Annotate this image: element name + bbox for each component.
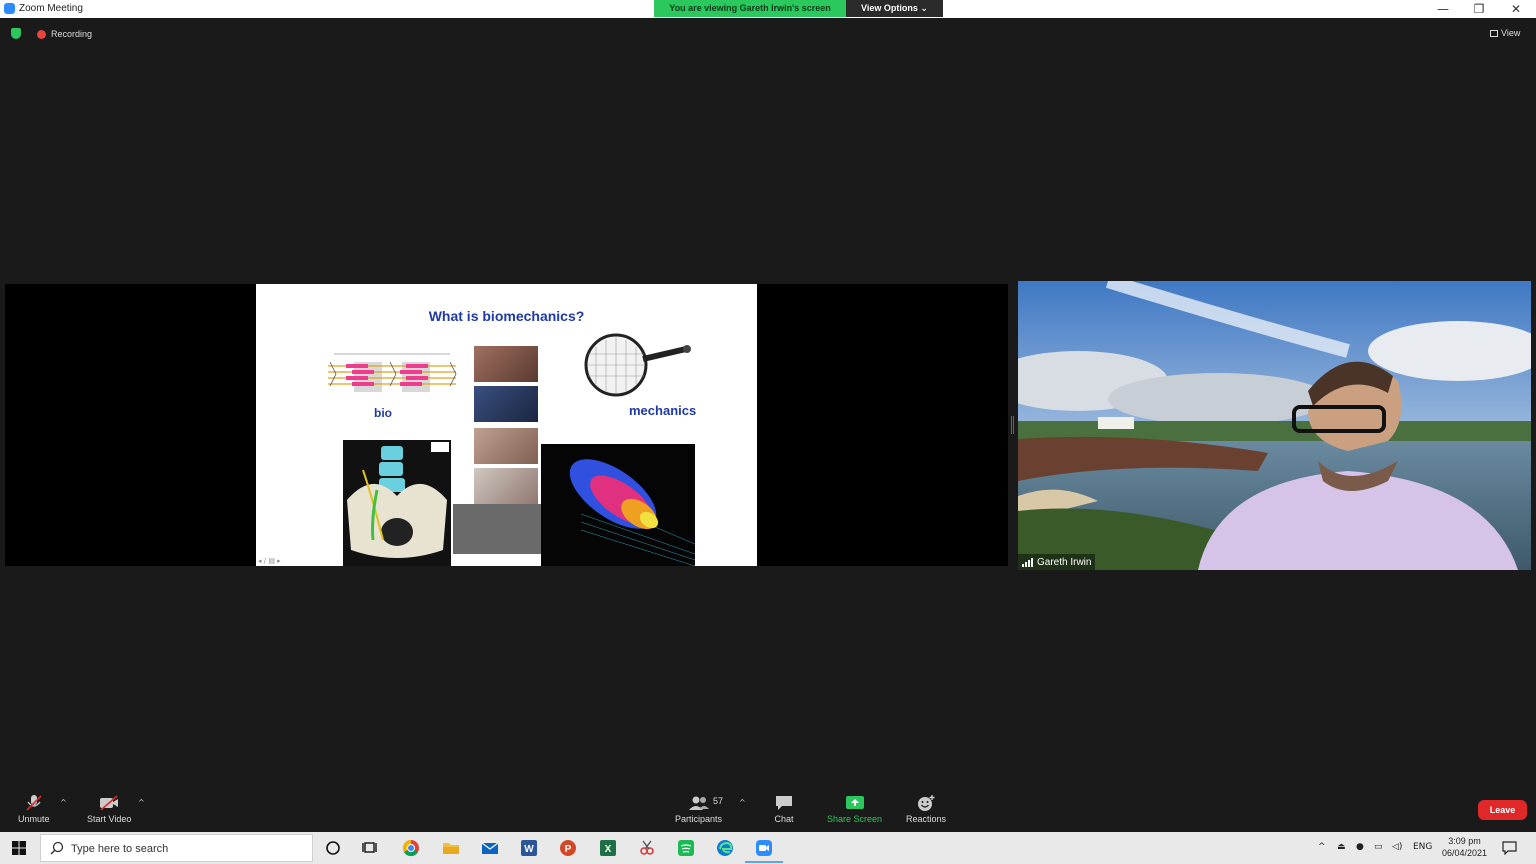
system-clock[interactable]: 3:09 pm 06/04/2021 [1442, 835, 1487, 859]
participants-options-chevron-icon[interactable]: ^ [739, 798, 746, 807]
svg-text:P: P [565, 844, 572, 855]
close-button[interactable]: ✕ [1501, 1, 1531, 17]
microphone-tray-icon[interactable]: ● [1356, 842, 1364, 852]
microphone-muted-icon [26, 795, 42, 811]
participant-name: Gareth Irwin [1037, 556, 1092, 568]
search-placeholder: Type here to search [71, 843, 169, 855]
excel-icon[interactable]: X [598, 838, 618, 858]
clock-date: 06/04/2021 [1442, 848, 1488, 858]
chrome-icon[interactable] [401, 838, 421, 858]
photo-1 [474, 346, 538, 382]
participant-video-feed [1018, 281, 1531, 570]
minimize-button[interactable]: — [1428, 1, 1458, 17]
lab-photo [453, 504, 541, 554]
panel-splitter-handle[interactable] [1011, 416, 1014, 434]
windows-start-icon[interactable] [12, 841, 26, 855]
view-options-button[interactable]: View Options ⌄ [846, 0, 943, 17]
slide-mechanics-label: mechanics [629, 403, 697, 418]
view-layout-label: View [1501, 28, 1521, 38]
start-video-label: Start Video [87, 814, 132, 824]
network-icon[interactable]: ▭ [1374, 842, 1383, 852]
snipping-tool-icon[interactable] [637, 838, 657, 858]
chat-bubble-icon [776, 796, 792, 810]
chat-button[interactable]: Chat [773, 794, 795, 824]
motion-capture-photos [474, 346, 538, 506]
taskbar-search-input[interactable]: Type here to search [40, 834, 313, 862]
language-indicator[interactable]: ENG [1413, 842, 1432, 852]
leave-meeting-button[interactable]: Leave [1478, 800, 1527, 820]
spotify-icon[interactable] [676, 838, 696, 858]
smiley-plus-icon [918, 795, 935, 811]
svg-text:X: X [605, 844, 612, 855]
active-app-indicator [745, 861, 783, 863]
unmute-label: Unmute [18, 814, 50, 824]
grid-icon [1490, 30, 1498, 37]
powerpoint-icon[interactable]: P [558, 838, 578, 858]
clock-time: 3:09 pm [1448, 836, 1481, 846]
photo-2 [474, 386, 538, 422]
viewing-screen-label: You are viewing Gareth Irwin's screen [654, 0, 846, 17]
pelvis-anatomy-image [343, 440, 451, 566]
word-icon[interactable]: W [519, 838, 539, 858]
edge-icon[interactable] [715, 838, 735, 858]
screen-share-banner: You are viewing Gareth Irwin's screen Vi… [654, 0, 943, 17]
notification-center-icon[interactable] [1502, 841, 1517, 855]
slide-bio-label: bio [374, 406, 392, 420]
usb-icon[interactable]: ⏏ [1337, 842, 1346, 852]
show-hidden-icons-chevron-icon[interactable]: ^ [1318, 842, 1326, 852]
photo-4 [474, 468, 538, 504]
restore-button[interactable]: ❐ [1464, 1, 1494, 17]
slide-title: What is biomechanics? [428, 308, 585, 324]
meeting-area: Recording View What is biomechanics? bio… [0, 18, 1536, 786]
camera-off-icon [100, 795, 119, 811]
window-title: Zoom Meeting [19, 3, 83, 14]
start-video-button[interactable]: Start Video [87, 794, 131, 824]
participant-video-tile[interactable]: Gareth Irwin [1018, 281, 1531, 570]
zoom-taskbar-icon[interactable] [754, 838, 774, 858]
recording-dot-icon [37, 30, 46, 39]
share-screen-icon [845, 796, 864, 809]
shared-screen[interactable]: What is biomechanics? bio mechanics ◂ ∕ … [5, 284, 1008, 566]
svg-text:W: W [524, 844, 534, 855]
video-options-chevron-icon[interactable]: ^ [138, 798, 145, 807]
mail-icon[interactable] [480, 838, 500, 858]
chat-label: Chat [774, 814, 794, 824]
volume-icon[interactable]: ◁) [1392, 842, 1402, 852]
recording-label[interactable]: Recording [51, 29, 92, 39]
participants-icon [688, 796, 709, 810]
search-icon [50, 841, 64, 855]
participant-count-badge: 57 [713, 796, 724, 806]
share-screen-label: Share Screen [827, 814, 883, 824]
unmute-button[interactable]: Unmute [18, 794, 50, 824]
presentation-slide: What is biomechanics? bio mechanics ◂ ∕ … [256, 284, 757, 566]
audio-options-chevron-icon[interactable]: ^ [60, 798, 67, 807]
fluid-dynamics-image [541, 444, 695, 566]
sarcomere-diagram [328, 353, 457, 392]
encryption-shield-icon[interactable] [11, 28, 21, 39]
zoom-app-icon [4, 3, 15, 14]
task-view-icon[interactable] [361, 838, 381, 858]
participants-label: Participants [675, 814, 723, 824]
view-layout-button[interactable]: View [1490, 28, 1520, 38]
signal-strength-icon [1022, 557, 1033, 567]
reactions-button[interactable]: Reactions [906, 794, 946, 824]
participant-name-tag: Gareth Irwin [1018, 554, 1096, 570]
tennis-racket-image [584, 333, 691, 397]
photo-3 [474, 428, 538, 464]
reactions-label: Reactions [906, 814, 947, 824]
share-screen-button[interactable]: Share Screen [827, 794, 882, 824]
file-explorer-icon[interactable] [441, 838, 461, 858]
windows-taskbar: Type here to search W P X ^ ⏏ ● ▭ ◁) ENG… [0, 832, 1536, 864]
cortana-icon[interactable] [323, 838, 343, 858]
meeting-controls-toolbar: Unmute ^ Start Video ^ Participants 57 ^… [0, 786, 1536, 832]
slide-nav-controls[interactable]: ◂ ∕ ▤ ▸ [258, 557, 281, 565]
